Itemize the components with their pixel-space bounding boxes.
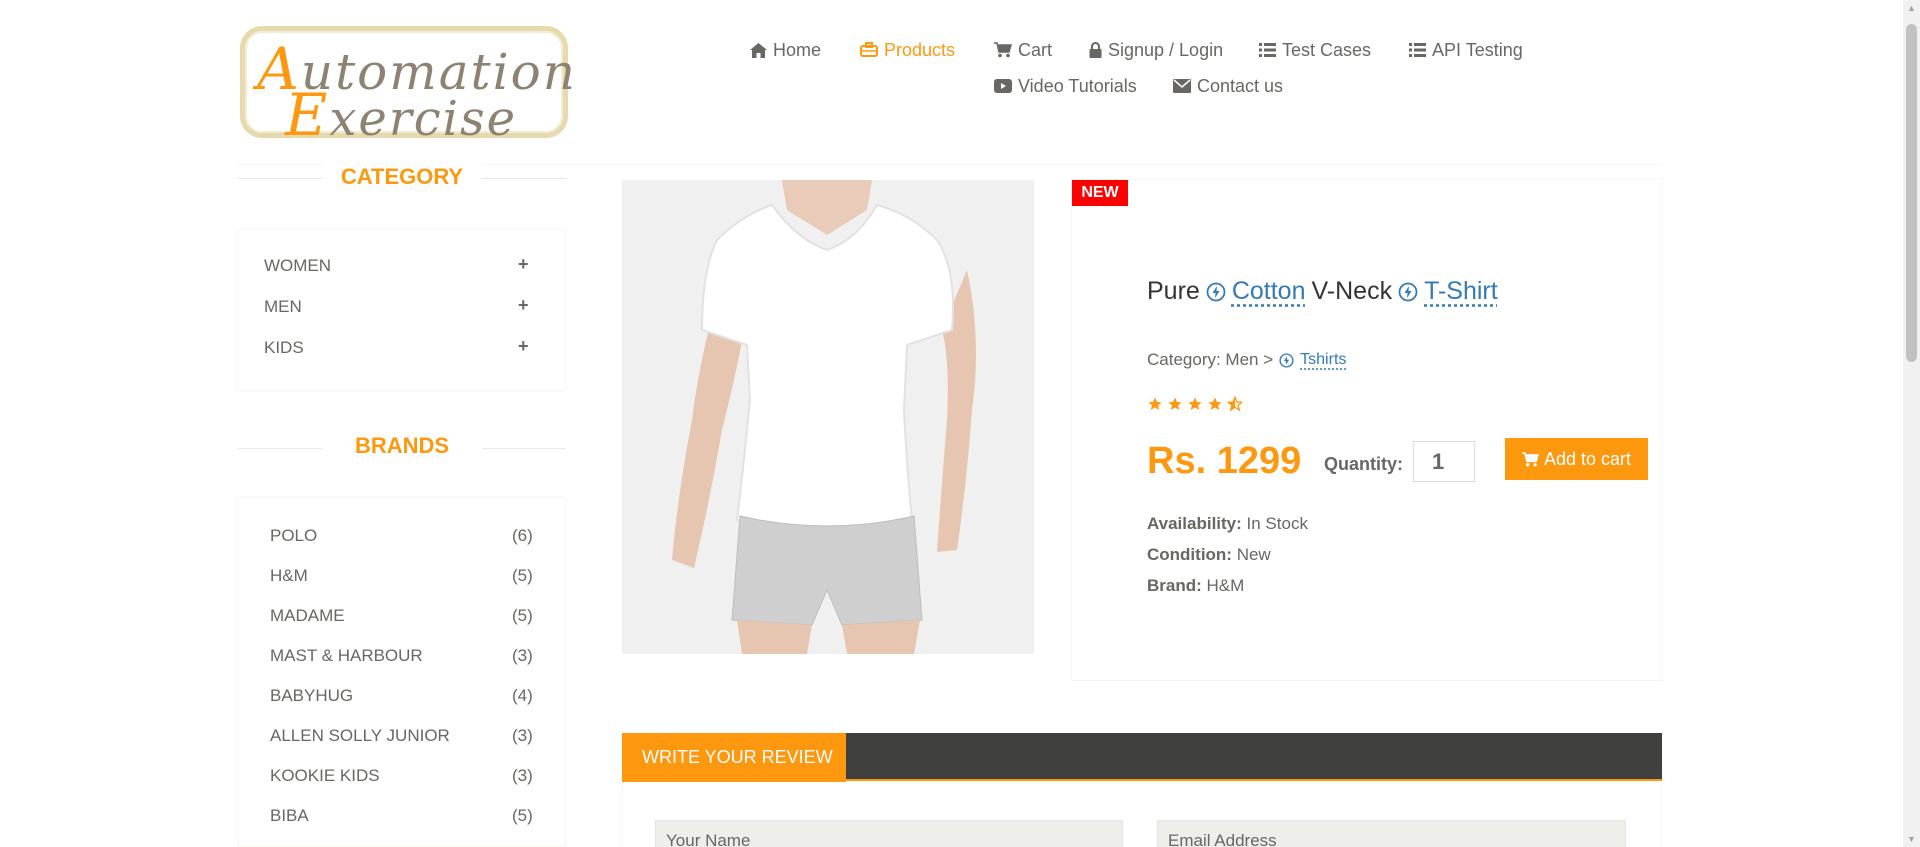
add-to-cart-button[interactable]: Add to cart <box>1505 438 1648 480</box>
list-icon <box>1409 43 1426 57</box>
brand-item-polo[interactable]: POLO <box>270 526 317 546</box>
home-icon <box>750 42 767 58</box>
brand-item-allen-solly-junior[interactable]: ALLEN SOLLY JUNIOR <box>270 726 450 746</box>
lightning-icon <box>1206 282 1226 301</box>
condition-label: Condition: <box>1147 545 1232 564</box>
youtube-play-icon <box>994 79 1012 93</box>
product-photo <box>622 180 1034 654</box>
brands-panel <box>238 497 566 847</box>
product-link-tshirt[interactable]: T-Shirt <box>1424 277 1498 306</box>
nav-video-tutorials[interactable]: Video Tutorials <box>994 72 1137 100</box>
new-badge: NEW <box>1072 180 1128 206</box>
condition-value: New <box>1236 545 1271 564</box>
nav-home[interactable]: Home <box>750 36 821 64</box>
cart-icon <box>1522 451 1539 466</box>
brand-label: Brand: <box>1147 576 1202 595</box>
brand-value: H&M <box>1206 576 1245 595</box>
plus-icon[interactable]: + <box>518 336 529 357</box>
star-icon <box>1168 397 1182 410</box>
nav-products-label: Products <box>884 39 956 60</box>
availability-label: Availability: <box>1147 514 1242 533</box>
nav-signup-label: Signup / Login <box>1108 39 1224 60</box>
lightning-icon <box>1398 282 1418 301</box>
brand-item-kookie-kids[interactable]: KOOKIE KIDS <box>270 766 380 786</box>
briefcase-icon <box>860 42 878 57</box>
product-category: Category: Men > Tshirts <box>1147 350 1346 370</box>
review-email-input[interactable]: Email Address <box>1157 820 1626 847</box>
cart-icon <box>994 42 1012 58</box>
star-icon <box>1148 397 1162 410</box>
product-price: Rs. 1299 <box>1147 440 1302 482</box>
category-item-men[interactable]: MEN <box>264 297 302 317</box>
list-icon <box>1259 43 1276 57</box>
condition: Condition: New <box>1147 545 1271 565</box>
site-logo[interactable]: Automation Exercise <box>240 26 575 149</box>
nav-cart-label: Cart <box>1018 39 1053 60</box>
product-image <box>622 180 1034 654</box>
tab-write-review[interactable]: WRITE YOUR REVIEW <box>622 733 846 782</box>
brands-title: BRANDS <box>322 433 482 461</box>
product-name: Pure Cotton V-Neck T-Shirt <box>1147 277 1498 306</box>
logo-line2-rest: xercise <box>329 91 518 147</box>
product-name-part2: V-Neck <box>1311 277 1393 305</box>
brand-item-hm[interactable]: H&M <box>270 566 308 586</box>
brand-count: (5) <box>512 606 533 625</box>
brand-count: (4) <box>512 686 533 705</box>
star-icon <box>1208 397 1222 410</box>
product-rating <box>1147 396 1243 412</box>
availability: Availability: In Stock <box>1147 514 1308 534</box>
category-title: CATEGORY <box>322 164 482 192</box>
brand-item-biba[interactable]: BIBA <box>270 806 309 826</box>
brand-count: (5) <box>512 566 533 585</box>
nav-test-cases-label: Test Cases <box>1282 39 1372 60</box>
logo-line2: Exercise <box>285 81 518 149</box>
nav-contact-label: Contact us <box>1197 75 1284 96</box>
nav-api-testing[interactable]: API Testing <box>1409 36 1523 64</box>
envelope-icon <box>1173 79 1191 93</box>
lightning-icon <box>1279 352 1294 368</box>
scrollbar-thumb[interactable] <box>1906 24 1917 362</box>
category-item-kids[interactable]: KIDS <box>264 338 304 358</box>
brand-count: (3) <box>512 726 533 745</box>
scroll-up-arrow[interactable]: ▲ <box>1906 3 1917 13</box>
nav-products[interactable]: Products <box>860 36 955 64</box>
product-name-part1: Pure <box>1147 277 1200 305</box>
nav-home-label: Home <box>773 39 822 60</box>
star-icon <box>1188 397 1202 410</box>
nav-cart[interactable]: Cart <box>994 36 1052 64</box>
brand-count: (3) <box>512 646 533 665</box>
category-item-women[interactable]: WOMEN <box>264 256 331 276</box>
lock-icon <box>1089 42 1102 58</box>
scroll-down-arrow[interactable]: ▼ <box>1906 834 1917 844</box>
availability-value: In Stock <box>1246 514 1308 533</box>
brand-count: (6) <box>512 526 533 545</box>
brand-count: (5) <box>512 806 533 825</box>
nav-video-label: Video Tutorials <box>1018 75 1137 96</box>
plus-icon[interactable]: + <box>518 295 529 316</box>
nav-signup-login[interactable]: Signup / Login <box>1089 36 1223 64</box>
quantity-label: Quantity: <box>1324 454 1403 474</box>
brand-item-babyhug[interactable]: BABYHUG <box>270 686 353 706</box>
brand: Brand: H&M <box>1147 576 1244 596</box>
nav-test-cases[interactable]: Test Cases <box>1259 36 1371 64</box>
product-info-panel <box>1071 179 1663 681</box>
brand-count: (3) <box>512 766 533 785</box>
nav-api-testing-label: API Testing <box>1432 39 1523 60</box>
add-to-cart-label: Add to cart <box>1543 448 1632 469</box>
nav-contact-us[interactable]: Contact us <box>1173 72 1283 100</box>
brand-item-madame[interactable]: MADAME <box>270 606 345 626</box>
plus-icon[interactable]: + <box>518 254 529 275</box>
half-star-icon <box>1227 396 1243 412</box>
brand-item-mast-harbour[interactable]: MAST & HARBOUR <box>270 646 423 666</box>
product-link-cotton[interactable]: Cotton <box>1232 277 1306 306</box>
category-link-tshirts[interactable]: Tshirts <box>1300 351 1346 369</box>
category-prefix: Category: Men > <box>1147 350 1274 369</box>
review-name-input[interactable]: Your Name <box>655 820 1123 847</box>
quantity-input[interactable]: 1 <box>1413 441 1475 482</box>
